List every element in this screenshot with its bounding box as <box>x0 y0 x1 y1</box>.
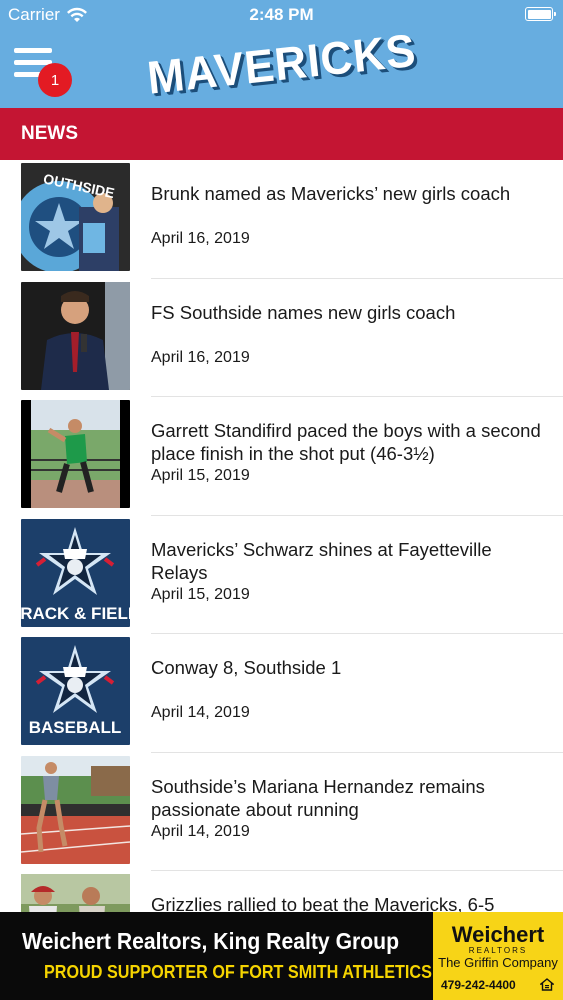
news-date: April 14, 2019 <box>151 704 250 721</box>
ad-logo-name: Weichert <box>451 922 545 947</box>
news-thumbnail: OUTHSIDE <box>21 163 130 271</box>
thumb-caption: TRACK & FIELD <box>21 604 130 623</box>
southside-logo-photo: OUTHSIDE <box>21 163 130 271</box>
coach-photo <box>21 281 130 390</box>
news-date: April 15, 2019 <box>151 467 250 484</box>
news-item[interactable]: OUTHSIDE Brunk named as Mavericks’ new g… <box>0 160 563 279</box>
news-title: Conway 8, Southside 1 <box>151 657 342 678</box>
news-item[interactable]: BASEBALL Conway 8, Southside 1 April 14,… <box>0 634 563 753</box>
news-thumbnail <box>21 281 130 390</box>
section-header: NEWS <box>0 108 563 160</box>
thumb-caption: BASEBALL <box>29 718 122 737</box>
news-date: April 15, 2019 <box>151 585 250 603</box>
news-item[interactable]: Southside’s Mariana Hernandez remains pa… <box>0 753 563 871</box>
ad-phone: 479-242-4400 <box>441 978 516 992</box>
equal-housing-icon <box>540 978 554 991</box>
news-list: OUTHSIDE Brunk named as Mavericks’ new g… <box>0 160 563 990</box>
battery-icon <box>525 7 556 21</box>
news-thumbnail: TRACK & FIELD <box>21 518 130 627</box>
news-title: Brunk named as Mavericks’ new girls coac… <box>151 183 511 204</box>
baseball-logo: BASEBALL <box>21 637 130 745</box>
ad-logo-sub: REALTORS <box>468 946 528 955</box>
news-thumbnail: BASEBALL <box>21 637 130 745</box>
status-bar: Carrier 2:48 PM <box>0 0 563 30</box>
ad-tagline: PROUD SUPPORTER OF FORT SMITH ATHLETICS <box>44 962 432 982</box>
news-date: April 16, 2019 <box>151 348 250 366</box>
track-field-logo: TRACK & FIELD <box>21 518 130 627</box>
ad-company: The Griffin Company <box>438 955 558 970</box>
news-date: April 16, 2019 <box>151 230 250 247</box>
news-title: Southside’s Mariana Hernandez remains pa… <box>151 775 485 820</box>
shot-put-photo <box>21 400 130 508</box>
status-time: 2:48 PM <box>249 5 314 24</box>
news-title: Garrett Standifird paced the boys with a… <box>151 420 541 464</box>
ad-headline: Weichert Realtors, King Realty Group <box>22 928 400 954</box>
news-date: April 14, 2019 <box>151 822 250 840</box>
brand-wordmark: MAVERICKS <box>144 24 419 105</box>
news-thumbnail <box>21 400 130 508</box>
news-title: FS Southside names new girls coach <box>151 301 456 323</box>
news-item[interactable]: Garrett Standifird paced the boys with a… <box>0 397 563 516</box>
brand-logo: MAVERICKS <box>0 25 563 104</box>
runner-photo <box>21 755 130 864</box>
news-item[interactable]: FS Southside names new girls coach April… <box>0 279 563 397</box>
news-thumbnail <box>21 755 130 864</box>
sponsor-ad-banner[interactable]: Weichert Realtors, King Realty Group PRO… <box>0 912 563 1000</box>
navigation-bar: 1 MAVERICKS <box>0 25 563 108</box>
weichert-logo: Weichert REALTORS The Griffin Company 47… <box>433 912 563 1000</box>
news-item[interactable]: TRACK & FIELD Mavericks’ Schwarz shines … <box>0 516 563 634</box>
news-title: Mavericks’ Schwarz shines at Fayettevill… <box>151 538 492 583</box>
